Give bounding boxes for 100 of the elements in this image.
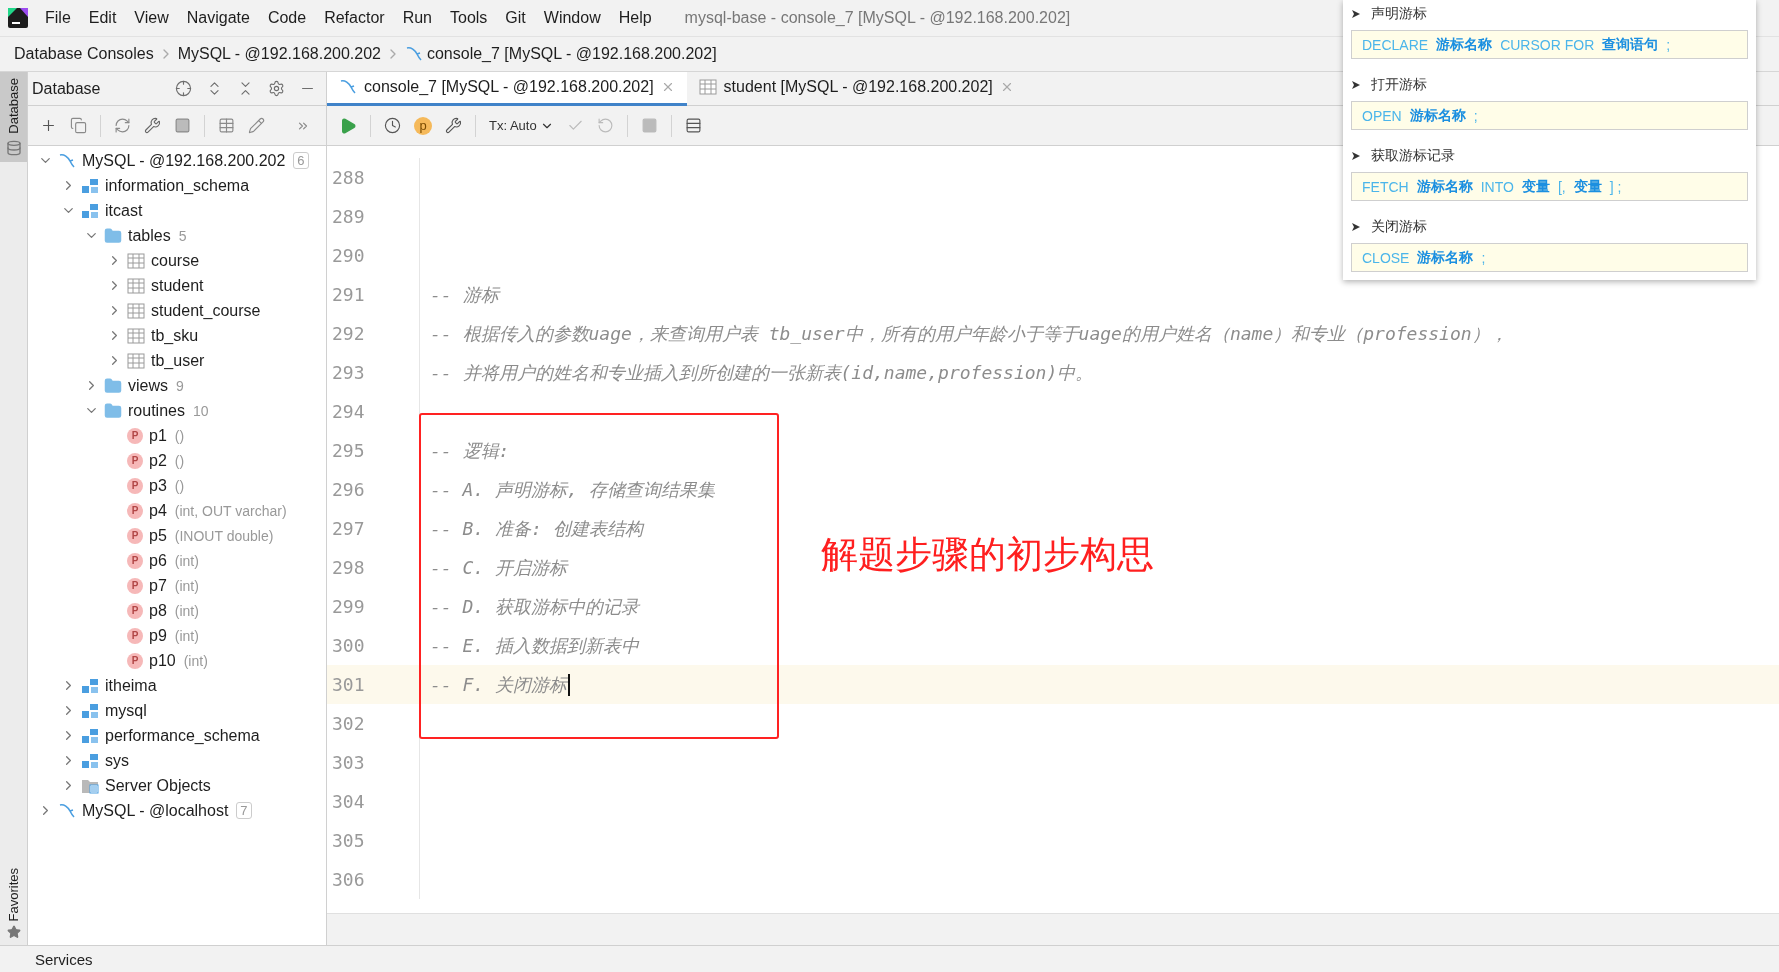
code-comment: -- 并将用户的姓名和专业插入到所创建的一张新表(id,name,profession)中。 <box>430 360 1094 385</box>
line-number: 299 <box>327 587 420 626</box>
menu-item[interactable]: Help <box>609 9 661 27</box>
code-comment: -- D. 获取游标中的记录 <box>430 594 640 619</box>
line-number: 305 <box>327 821 420 860</box>
menu-item[interactable]: View <box>125 9 178 27</box>
output-icon[interactable] <box>684 117 702 134</box>
tree-item[interactable]: itheima <box>105 676 157 695</box>
copy-icon[interactable] <box>70 117 87 134</box>
menu-item[interactable]: Code <box>258 9 316 27</box>
profile-icon[interactable]: p <box>414 116 432 135</box>
menu-item[interactable]: Tools <box>441 9 497 27</box>
syntax-box: OPEN 游标名称 ; <box>1351 101 1748 130</box>
tree-item[interactable]: tb_user <box>151 351 205 370</box>
breadcrumb[interactable]: console_7 [MySQL - @192.168.200.202] <box>426 45 717 63</box>
editor-tab[interactable]: student [MySQL - @192.168.200.202] <box>686 71 1026 106</box>
menu-item[interactable]: Refactor <box>315 9 394 27</box>
menu-item[interactable]: Navigate <box>177 9 259 27</box>
code-comment: -- 游标 <box>430 282 499 307</box>
routine-signature: (int, OUT varchar) <box>174 502 287 519</box>
syntax-box: FETCH 游标名称 INTO 变量 [, 变量 ] ; <box>1351 172 1748 201</box>
tree-item[interactable]: p1 <box>149 426 167 445</box>
horizontal-scrollbar[interactable] <box>327 913 1779 945</box>
tree-item[interactable]: p10 <box>149 651 176 670</box>
section-heading: 打开游标 <box>1371 76 1427 94</box>
edit-icon[interactable] <box>248 117 265 134</box>
tree-item[interactable]: tables <box>128 226 171 245</box>
table-icon <box>127 252 145 269</box>
wrench-icon[interactable] <box>144 117 161 134</box>
arrow-bullet-icon <box>1351 151 1361 161</box>
locate-icon[interactable] <box>175 80 192 97</box>
table-icon[interactable] <box>218 117 235 134</box>
services-tab[interactable]: Services <box>35 950 93 968</box>
procedure-icon: P <box>127 527 143 544</box>
wrench-icon[interactable] <box>445 117 462 134</box>
routine-signature: (int) <box>174 602 199 619</box>
code-comment: -- B. 准备: 创建表结构 <box>430 516 643 541</box>
item-count: 9 <box>176 377 184 394</box>
tree-item[interactable]: p6 <box>149 551 167 570</box>
tree-item[interactable]: sys <box>105 751 129 770</box>
refresh-icon[interactable] <box>114 117 131 134</box>
run-icon[interactable] <box>339 116 357 135</box>
tree-item[interactable]: p9 <box>149 626 167 645</box>
tree-item[interactable]: routines <box>128 401 185 420</box>
tree-item[interactable]: student <box>151 276 204 295</box>
dolphin-icon <box>58 801 76 820</box>
tree-item[interactable]: p4 <box>149 501 167 520</box>
tree-item[interactable]: performance_schema <box>105 726 260 745</box>
settings-icon[interactable] <box>268 80 285 97</box>
schema-icon <box>81 752 99 769</box>
schema-icon <box>81 177 99 194</box>
tree-item[interactable]: student_course <box>151 301 261 320</box>
add-icon[interactable] <box>40 117 57 134</box>
tree-item[interactable]: course <box>151 251 200 270</box>
table-icon <box>127 327 145 344</box>
tree-item[interactable]: MySQL - @localhost <box>82 801 229 820</box>
folder-icon <box>104 401 122 420</box>
tree-item[interactable]: p5 <box>149 526 167 545</box>
menu-item[interactable]: Run <box>393 9 441 27</box>
folder-icon <box>104 226 122 245</box>
tree-item[interactable]: tb_sku <box>151 326 199 345</box>
database-side-tab[interactable]: Database <box>0 72 27 162</box>
tree-item[interactable]: information_schema <box>105 176 250 195</box>
procedure-icon: P <box>127 577 143 594</box>
routine-signature: (int) <box>174 627 199 644</box>
editor-tab[interactable]: console_7 [MySQL - @192.168.200.202] <box>327 71 687 106</box>
history-icon[interactable] <box>384 117 401 134</box>
dolphin-icon <box>404 45 423 63</box>
line-number: 295 <box>327 431 420 470</box>
transaction-mode-dropdown[interactable]: Tx: Auto <box>489 118 554 133</box>
tree-item[interactable]: views <box>128 376 168 395</box>
tree-item[interactable]: p7 <box>149 576 167 595</box>
section-heading: 声明游标 <box>1371 5 1427 23</box>
tree-item[interactable]: Server Objects <box>105 776 211 795</box>
line-number: 293 <box>327 353 420 392</box>
schema-icon <box>81 702 99 719</box>
line-number: 298 <box>327 548 420 587</box>
section-heading: 关闭游标 <box>1371 218 1427 236</box>
menu-item[interactable]: Git <box>496 9 535 27</box>
tree-item[interactable]: MySQL - @192.168.200.202 <box>82 151 286 170</box>
breadcrumb[interactable]: Database Consoles <box>14 45 154 63</box>
dolphin-icon <box>339 78 357 96</box>
tree-item[interactable]: p2 <box>149 451 167 470</box>
tree-item[interactable]: p8 <box>149 601 167 620</box>
line-number: 301 <box>327 665 420 704</box>
menu-item[interactable]: Window <box>534 9 610 27</box>
line-number: 290 <box>327 236 420 275</box>
line-number: 289 <box>327 197 420 236</box>
stop-icon[interactable] <box>174 117 191 134</box>
routine-signature: () <box>174 452 185 469</box>
favorites-side-tab[interactable]: Favorites <box>6 867 21 921</box>
tree-item[interactable]: itcast <box>105 201 143 220</box>
breadcrumb[interactable]: MySQL - @192.168.200.202 <box>177 45 381 63</box>
menu-item[interactable]: File <box>36 9 80 27</box>
procedure-icon: P <box>127 652 143 669</box>
tree-item[interactable]: p3 <box>149 476 167 495</box>
line-number: 304 <box>327 782 420 821</box>
tree-item[interactable]: mysql <box>105 701 147 720</box>
menu-item[interactable]: Edit <box>79 9 126 27</box>
table-icon <box>127 302 145 319</box>
